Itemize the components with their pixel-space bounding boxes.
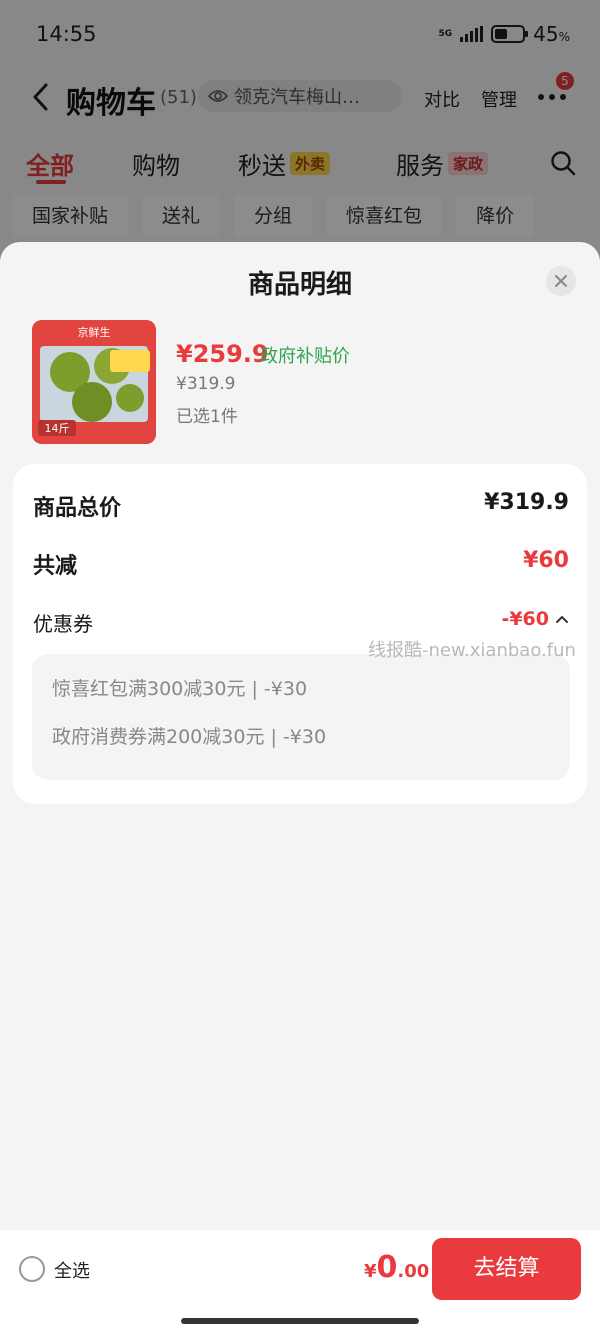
dim-overlay[interactable] <box>0 0 600 260</box>
close-icon <box>555 275 567 287</box>
subsidy-price-label: 政府补贴价 <box>260 346 350 367</box>
checkout-button[interactable]: 去结算 <box>432 1238 581 1300</box>
select-all-label[interactable]: 全选 <box>54 1257 90 1283</box>
product-image-weight: 14斤 <box>45 422 70 435</box>
checkout-bar: 全选 ¥ 0 .00 去结算 <box>0 1230 600 1333</box>
cart-total: ¥ 0 .00 <box>364 1250 429 1285</box>
total-reduction-label: 共减 <box>33 554 78 579</box>
coupon-line: 政府消费券满200减30元 | -¥30 <box>52 726 327 748</box>
total-price-value: ¥319.9 <box>484 490 569 515</box>
total-reduction-value: ¥60 <box>523 548 569 573</box>
coupon-value: -¥60 <box>501 608 549 630</box>
total-decimal: .00 <box>397 1261 430 1282</box>
product-image-brand: 京鲜生 <box>78 325 111 339</box>
close-button[interactable] <box>546 266 576 296</box>
subsidy-price: ¥259.9 <box>176 340 269 368</box>
coupon-detail-box: 惊喜红包满300减30元 | -¥30 政府消费券满200减30元 | -¥30 <box>32 654 570 780</box>
coupon-line: 惊喜红包满300减30元 | -¥30 <box>52 678 308 700</box>
select-all-radio[interactable] <box>19 1256 45 1282</box>
watermark: 线报酷-new.xianbao.fun <box>368 640 576 661</box>
price-summary-card: 商品总价 ¥319.9 共减 ¥60 优惠券 -¥60 惊喜红包满300减30元… <box>13 464 587 804</box>
home-indicator <box>181 1318 419 1324</box>
cart-background-page: 14:55 5G 45% 购物车 (51) 领克汽车梅山… 对比 管理 5 全部… <box>0 0 600 260</box>
chevron-up-icon <box>556 615 568 623</box>
original-price: ¥319.9 <box>176 374 236 394</box>
selected-count: 已选1件 <box>176 407 238 427</box>
durian-product-icon: 京鲜生 14斤 <box>32 320 156 444</box>
product-image: 京鲜生 14斤 <box>32 320 156 444</box>
coupon-label: 优惠券 <box>33 612 93 636</box>
product-detail-sheet: 商品明细 京鲜生 14斤 ¥259.9 政府补贴价 ¥319.9 已选1件 商品… <box>0 242 600 1230</box>
total-integer: 0 <box>376 1250 398 1285</box>
currency-symbol: ¥ <box>364 1261 377 1282</box>
coupon-toggle[interactable]: -¥60 <box>501 608 569 630</box>
total-price-label: 商品总价 <box>33 496 122 521</box>
sheet-title: 商品明细 <box>247 270 352 300</box>
